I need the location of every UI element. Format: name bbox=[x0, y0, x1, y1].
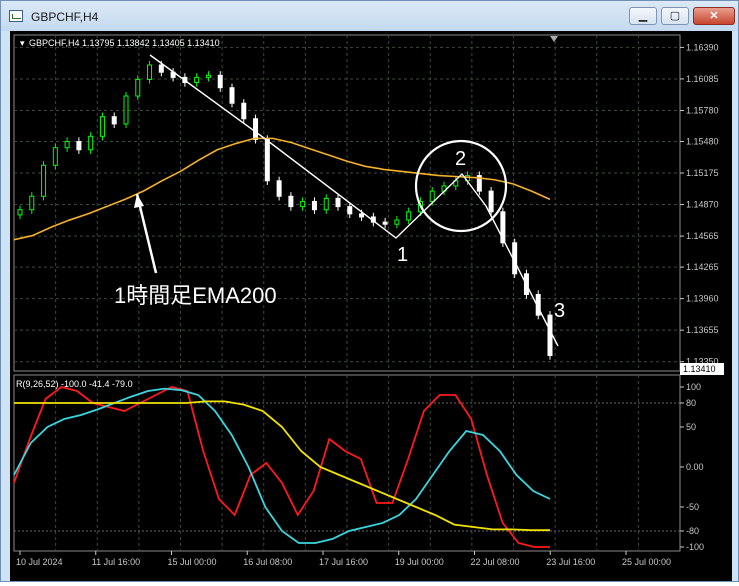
time-tick-label: 22 Jul 08:00 bbox=[471, 557, 520, 567]
window-title: GBPCHF,H4 bbox=[31, 10, 99, 24]
candle-body bbox=[217, 74, 223, 89]
price-tick-label: 1.16390 bbox=[686, 42, 719, 52]
annotation-arrowhead bbox=[134, 194, 144, 208]
annotation-2: 2 bbox=[455, 148, 466, 170]
annotation-3: 3 bbox=[554, 300, 565, 322]
time-tick-label: 17 Jul 16:00 bbox=[319, 557, 368, 567]
candle-body bbox=[17, 209, 23, 216]
scroll-marker-icon bbox=[550, 36, 558, 42]
osc-yellow-line bbox=[14, 400, 550, 532]
main-header-icon: ▾ bbox=[20, 38, 25, 48]
candle-body bbox=[29, 195, 35, 211]
time-tick-label: 15 Jul 00:00 bbox=[168, 557, 217, 567]
candle-body bbox=[335, 197, 341, 208]
chart-svg[interactable]: 1.16390 1.16085 1.15780 1.15480 1.15175 1.148… bbox=[10, 31, 732, 581]
osc-tick-label: -100 bbox=[686, 542, 704, 552]
oscillator-header: R(9,26,52) -100.0 -41.4 -79.0 bbox=[16, 379, 133, 389]
ema-line bbox=[13, 137, 551, 241]
candle-body bbox=[359, 213, 365, 218]
candle-body bbox=[394, 219, 400, 225]
price-axis: 1.16390 1.16085 1.15780 1.15480 1.15175 1.148… bbox=[680, 42, 719, 367]
price-tick-label: 1.15480 bbox=[686, 136, 719, 146]
candle-body bbox=[229, 87, 235, 104]
price-tick-label: 1.14565 bbox=[686, 231, 719, 241]
time-tick-label: 11 Jul 16:00 bbox=[92, 557, 140, 567]
candle-body bbox=[123, 95, 129, 125]
time-tick-label: 23 Jul 16:00 bbox=[546, 557, 595, 567]
osc-tick-label: -80 bbox=[686, 526, 699, 536]
title-bar[interactable]: GBPCHF,H4 ▁ ▢ ✕ bbox=[1, 1, 738, 31]
candle-body bbox=[111, 116, 117, 125]
candle-body bbox=[347, 206, 353, 215]
minimize-button[interactable]: ▁ bbox=[629, 7, 657, 25]
price-tick-label: 1.16085 bbox=[686, 74, 719, 84]
candle-body bbox=[276, 180, 282, 197]
oscillator-axis: 100 80 50 0.00 -50 -80 -100 bbox=[680, 382, 704, 552]
candle-body bbox=[300, 200, 306, 208]
candle-body bbox=[241, 102, 247, 120]
candle-body bbox=[158, 64, 164, 73]
annotation-ema-label: 1時間足EMA200 bbox=[114, 283, 277, 308]
ema200-line bbox=[13, 137, 551, 241]
chart-area[interactable]: 1.16390 1.16085 1.15780 1.15480 1.15175 1.148… bbox=[10, 31, 732, 581]
candle-body bbox=[194, 76, 200, 84]
osc-tick-label: 0.00 bbox=[686, 462, 704, 472]
candle-body bbox=[264, 138, 270, 182]
maximize-button[interactable]: ▢ bbox=[661, 7, 689, 25]
candle-body bbox=[64, 140, 70, 149]
oscillator-lines bbox=[13, 386, 551, 548]
chart-app-icon bbox=[9, 10, 23, 22]
time-axis: 10 Jul 2024 11 Jul 16:00 15 Jul 00:00 16 Ju… bbox=[16, 551, 671, 567]
main-chart-header: GBPCHF,H4 1.13795 1.13842 1.13405 1.1341… bbox=[29, 38, 220, 48]
candle-body bbox=[288, 195, 294, 208]
candle-body bbox=[76, 140, 82, 151]
candle-body bbox=[488, 190, 494, 213]
price-tick-label: 1.13655 bbox=[686, 325, 719, 335]
chart-window: GBPCHF,H4 ▁ ▢ ✕ 1.16390 1.16085 1.15780 1.1… bbox=[0, 0, 739, 582]
price-tick-label: 1.15780 bbox=[686, 105, 719, 115]
candle-body bbox=[406, 211, 412, 221]
current-price-label: 1.13410 bbox=[683, 364, 716, 374]
osc-tick-label: 50 bbox=[686, 422, 696, 432]
price-tick-label: 1.14870 bbox=[686, 200, 719, 210]
candle-body bbox=[429, 190, 435, 202]
candle-body bbox=[135, 78, 141, 97]
price-tick-label: 1.13960 bbox=[686, 294, 719, 304]
candle-body bbox=[253, 118, 259, 140]
candle-body bbox=[311, 200, 317, 211]
time-tick-label: 16 Jul 08:00 bbox=[243, 557, 292, 567]
price-tick-label: 1.14265 bbox=[686, 262, 719, 272]
osc-tick-label: 100 bbox=[686, 382, 701, 392]
price-tick-label: 1.15175 bbox=[686, 168, 719, 178]
candle-body bbox=[547, 314, 553, 356]
time-tick-label: 25 Jul 00:00 bbox=[622, 557, 671, 567]
close-button[interactable]: ✕ bbox=[693, 7, 735, 25]
osc-tick-label: 80 bbox=[686, 398, 696, 408]
candle-body bbox=[41, 164, 47, 197]
candle-body bbox=[88, 135, 94, 151]
time-tick-label: 10 Jul 2024 bbox=[16, 557, 63, 567]
candle-body bbox=[99, 116, 105, 137]
candle-body bbox=[52, 147, 58, 166]
candle-body bbox=[205, 74, 211, 78]
candle-body bbox=[147, 64, 153, 80]
osc-tick-label: -50 bbox=[686, 502, 699, 512]
candle-body bbox=[382, 221, 388, 225]
time-tick-label: 19 Jul 00:00 bbox=[395, 557, 444, 567]
osc-cyan-line bbox=[13, 387, 551, 544]
annotation-1: 1 bbox=[397, 244, 408, 266]
candle-body bbox=[323, 197, 329, 211]
